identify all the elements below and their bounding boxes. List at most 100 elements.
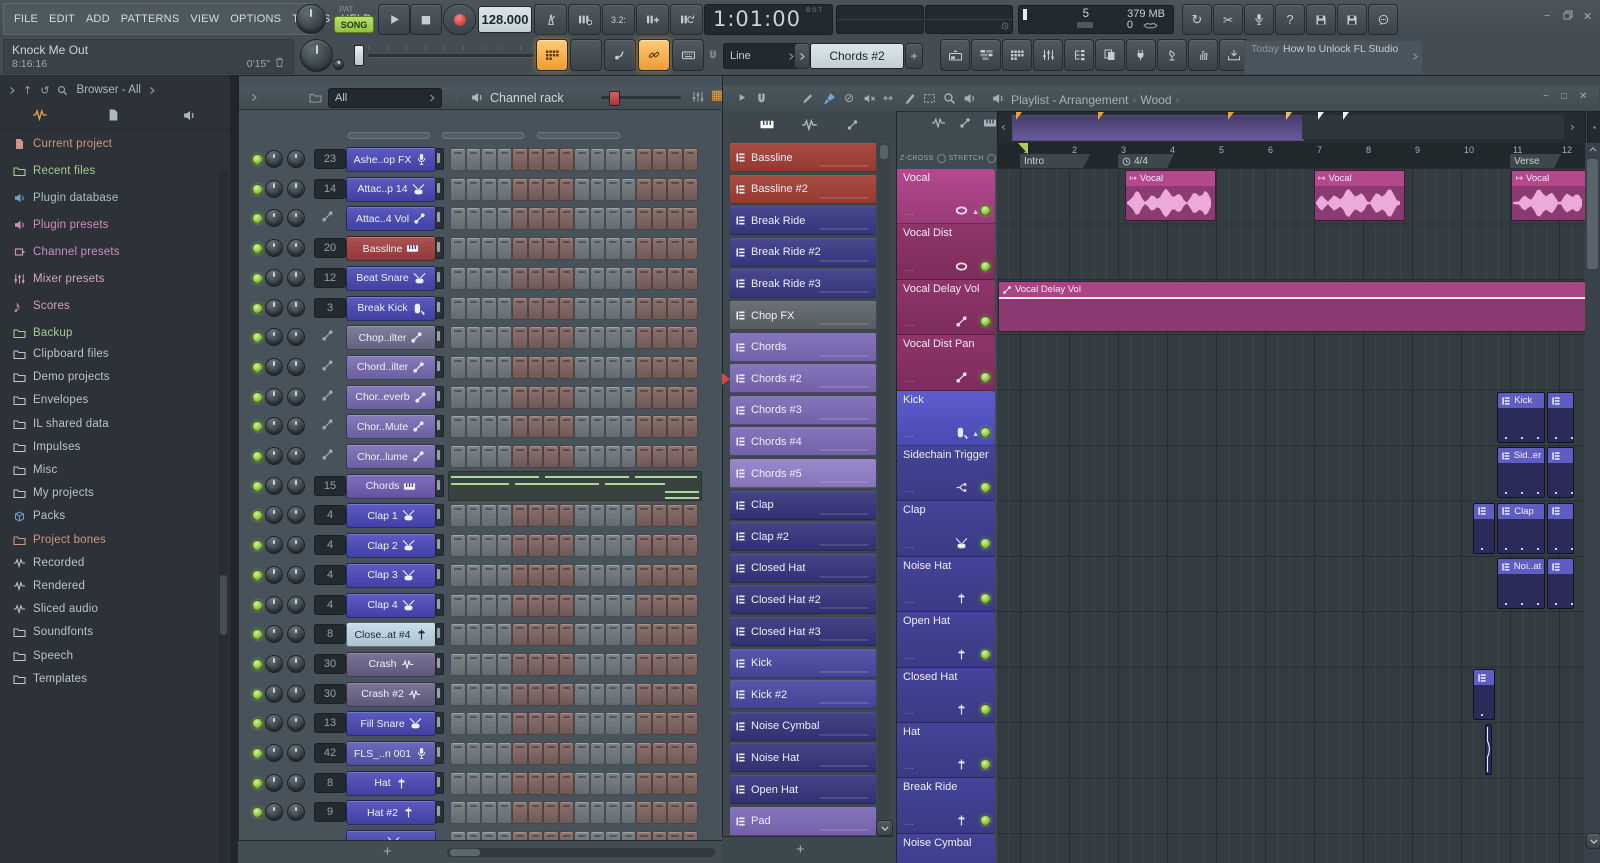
- step-cell[interactable]: [481, 504, 497, 527]
- channel-mute-switch[interactable]: [435, 683, 444, 705]
- step-cell[interactable]: [652, 801, 668, 824]
- step-cell[interactable]: [667, 178, 683, 201]
- browser-item-my-projects[interactable]: My projects: [0, 482, 231, 504]
- wait-for-input-button[interactable]: [568, 4, 601, 35]
- step-cell[interactable]: [605, 594, 621, 617]
- step-cell[interactable]: [481, 534, 497, 557]
- step-cell[interactable]: [683, 178, 699, 201]
- step-cell[interactable]: [590, 623, 606, 646]
- pattern-clap[interactable]: Clap: [730, 491, 876, 520]
- step-cell[interactable]: [497, 712, 513, 735]
- step-cell[interactable]: [497, 594, 513, 617]
- step-cell[interactable]: [512, 683, 528, 706]
- step-cell[interactable]: [528, 594, 544, 617]
- step-cell[interactable]: [528, 801, 544, 824]
- step-cell[interactable]: [559, 653, 575, 676]
- browser-item-plugin-database[interactable]: Plugin database: [0, 187, 231, 209]
- step-cell[interactable]: [667, 772, 683, 795]
- step-cell[interactable]: [497, 356, 513, 379]
- step-cell[interactable]: [528, 653, 544, 676]
- step-cell[interactable]: [559, 386, 575, 409]
- browser-item-current-project[interactable]: Current project: [0, 133, 231, 155]
- step-cell[interactable]: [683, 623, 699, 646]
- mixer-track-badge[interactable]: 8: [314, 773, 346, 793]
- channel-volume-knob[interactable]: [287, 447, 305, 465]
- channel-button-hat-2[interactable]: Hat #2: [346, 800, 436, 825]
- delete-tool-icon[interactable]: ⊘: [844, 91, 857, 104]
- channel-button-fls-n-001[interactable]: FLS_..n 001: [346, 741, 436, 766]
- mixer-track-badge[interactable]: 30: [314, 684, 346, 704]
- step-cell[interactable]: [497, 237, 513, 260]
- step-cell[interactable]: [512, 356, 528, 379]
- step-cell[interactable]: [652, 386, 668, 409]
- step-cell[interactable]: [466, 564, 482, 587]
- step-cell[interactable]: [481, 445, 497, 468]
- picker-scroll-down-button[interactable]: [876, 820, 893, 836]
- step-cell[interactable]: [621, 207, 637, 230]
- step-cell[interactable]: [605, 267, 621, 290]
- step-cell[interactable]: [605, 534, 621, 557]
- step-cell[interactable]: [481, 356, 497, 379]
- step-cell[interactable]: [466, 445, 482, 468]
- step-cell[interactable]: [481, 326, 497, 349]
- step-cell[interactable]: [512, 178, 528, 201]
- clip-segment[interactable]: [1485, 724, 1493, 775]
- step-cell[interactable]: [497, 653, 513, 676]
- step-cell[interactable]: [621, 267, 637, 290]
- step-cell[interactable]: [621, 564, 637, 587]
- channel-volume-knob[interactable]: [287, 209, 305, 227]
- step-cell[interactable]: [528, 742, 544, 765]
- browser-item-recent-files[interactable]: Recent files: [0, 160, 231, 182]
- pattern-noise-cymbal[interactable]: Noise Cymbal: [730, 712, 876, 741]
- step-cell[interactable]: [528, 326, 544, 349]
- step-cell[interactable]: [605, 742, 621, 765]
- step-cell[interactable]: [574, 148, 590, 171]
- step-cell[interactable]: [497, 386, 513, 409]
- step-cell[interactable]: [652, 534, 668, 557]
- browser-item-clipboard-files[interactable]: Clipboard files: [0, 343, 231, 365]
- step-cell[interactable]: [683, 772, 699, 795]
- playlist-close-button[interactable]: ✕: [1579, 91, 1587, 102]
- step-cell[interactable]: [481, 564, 497, 587]
- step-cell[interactable]: [481, 415, 497, 438]
- step-cell[interactable]: [667, 623, 683, 646]
- step-cell[interactable]: [466, 415, 482, 438]
- step-cell[interactable]: [543, 623, 559, 646]
- step-cell[interactable]: [559, 148, 575, 171]
- step-cell[interactable]: [512, 297, 528, 320]
- step-cell[interactable]: [605, 207, 621, 230]
- step-cell[interactable]: [636, 326, 652, 349]
- pattern-noise-hat[interactable]: Noise Hat: [730, 743, 876, 772]
- step-cell[interactable]: [621, 742, 637, 765]
- channel-mute-switch[interactable]: [435, 772, 444, 794]
- step-cell[interactable]: [528, 623, 544, 646]
- step-cell[interactable]: [605, 564, 621, 587]
- step-cell[interactable]: [667, 356, 683, 379]
- pattern-bassline[interactable]: Bassline: [730, 143, 876, 172]
- step-cell[interactable]: [667, 564, 683, 587]
- step-cell[interactable]: [621, 712, 637, 735]
- step-cell[interactable]: [590, 445, 606, 468]
- step-cell[interactable]: [559, 534, 575, 557]
- step-cell[interactable]: [621, 178, 637, 201]
- step-cell[interactable]: [590, 564, 606, 587]
- channel-button-attac-4-vol[interactable]: Attac..4 Vol: [346, 206, 436, 231]
- blend-notes-button[interactable]: [670, 4, 703, 35]
- step-cell[interactable]: [450, 801, 466, 824]
- step-cell[interactable]: [652, 326, 668, 349]
- step-cell[interactable]: [652, 683, 668, 706]
- picker-tab-patterns-icon[interactable]: [759, 118, 775, 131]
- track-led[interactable]: [980, 704, 991, 715]
- step-cell[interactable]: [481, 712, 497, 735]
- step-cell[interactable]: [559, 683, 575, 706]
- clip-vocal[interactable]: ↦Vocal: [1125, 170, 1216, 221]
- step-cell[interactable]: [450, 683, 466, 706]
- channel-button-clap-2[interactable]: Clap 2: [346, 533, 436, 558]
- channel-button-chord-ilter[interactable]: Chord..ilter: [346, 355, 436, 380]
- step-cell[interactable]: [512, 386, 528, 409]
- step-cell[interactable]: [636, 534, 652, 557]
- step-cell[interactable]: [574, 564, 590, 587]
- step-cell[interactable]: [636, 564, 652, 587]
- channel-volume-knob[interactable]: [287, 655, 305, 673]
- channel-button-close-at-4[interactable]: Close..at #4: [346, 622, 436, 647]
